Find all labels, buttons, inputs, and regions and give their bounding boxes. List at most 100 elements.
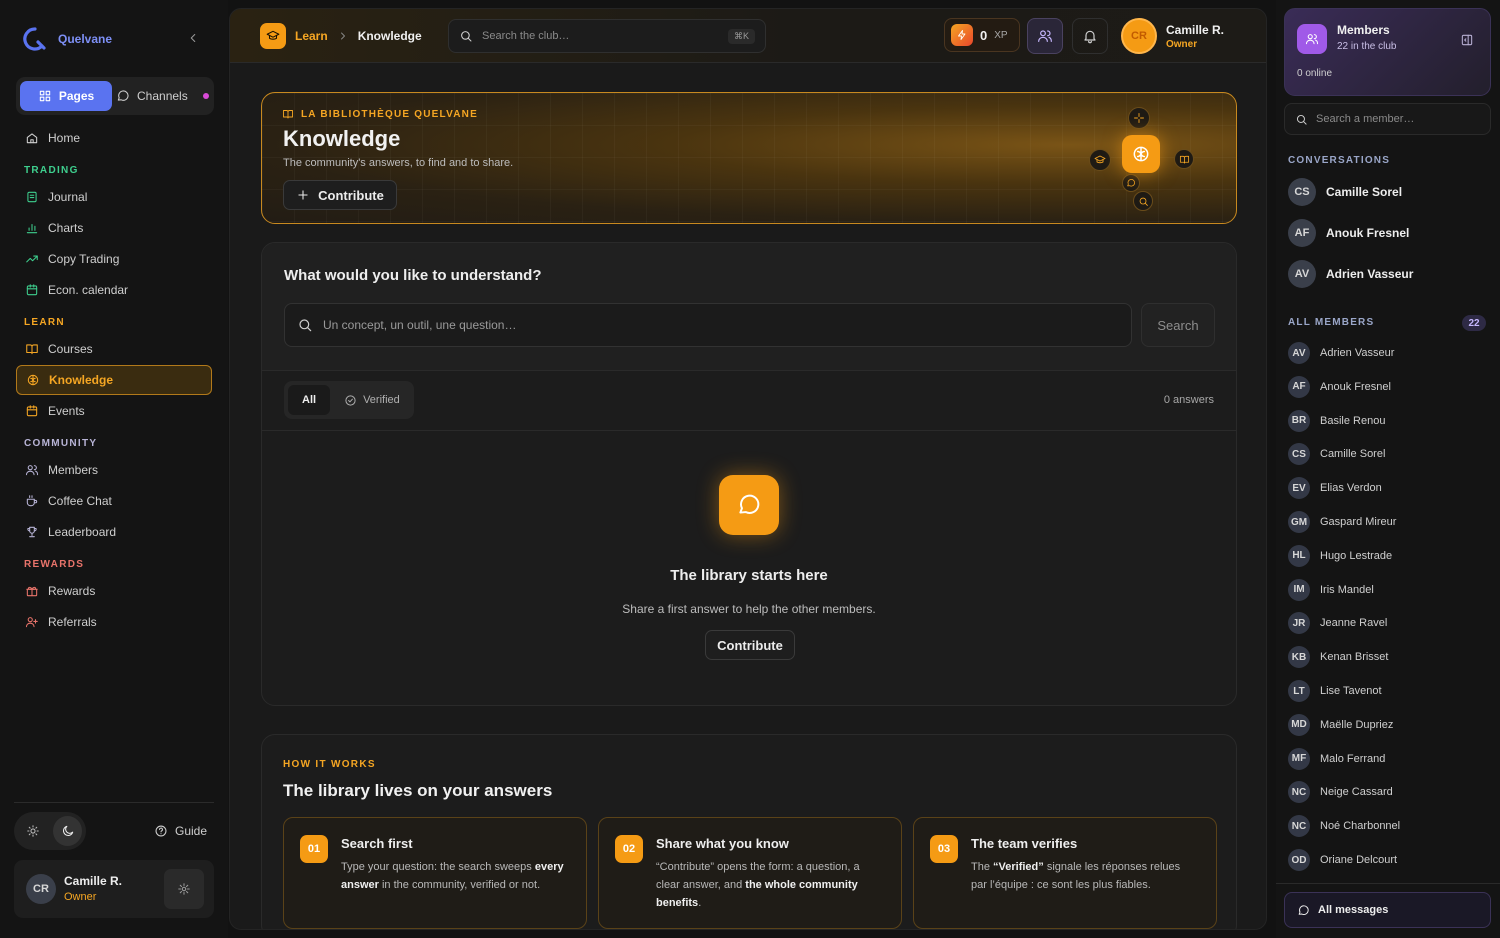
divider [262, 430, 1236, 431]
member-name: Oriane Delcourt [1320, 854, 1398, 866]
member-item[interactable]: JR Jeanne Ravel [1288, 612, 1388, 635]
member-search-input[interactable]: Search a member… [1284, 103, 1491, 135]
sidebar-item-charts[interactable]: Charts [16, 213, 212, 243]
member-name: Jeanne Ravel [1320, 617, 1388, 630]
members-panel-title: Members [1337, 23, 1390, 37]
member-item[interactable]: EV Elias Verdon [1288, 477, 1382, 500]
member-name: Gaspard Mireur [1320, 516, 1397, 528]
channels-tab[interactable]: Channels [116, 89, 209, 103]
sidebar-item-knowledge[interactable]: Knowledge [16, 365, 212, 395]
filter-verified[interactable]: Verified [334, 385, 410, 415]
chat-bubble-icon [1122, 174, 1140, 192]
unread-dot [202, 93, 209, 99]
member-name: Maëlle Dupriez [1320, 718, 1394, 731]
member-name: Elias Verdon [1320, 482, 1382, 495]
member-item[interactable]: NC Noé Charbonnel [1288, 815, 1400, 838]
graduation-cap-icon [266, 30, 280, 40]
conversation-item[interactable]: CS Camille Sorel [1288, 178, 1402, 206]
search-button[interactable]: Search [1141, 303, 1215, 347]
chevron-left-icon [190, 33, 196, 43]
sidebar-item-rewards[interactable]: Rewards [16, 576, 212, 606]
sidebar-item-label: Econ. calendar [48, 283, 129, 297]
close-panel-button[interactable] [1460, 33, 1474, 47]
sidebar-divider [14, 802, 214, 803]
sidebar-item-label: Journal [48, 190, 88, 204]
calendar-icon [26, 405, 38, 417]
step-number: 02 [615, 835, 643, 863]
sidebar-item-copy-trading[interactable]: Copy Trading [16, 244, 212, 274]
help-circle-icon [155, 825, 167, 837]
pages-tab[interactable]: Pages [20, 81, 112, 111]
member-item[interactable]: MF Malo Ferrand [1288, 747, 1385, 770]
breadcrumb-section[interactable]: Learn [295, 29, 328, 43]
avatar: BR [1288, 409, 1310, 432]
notifications-button[interactable] [1072, 18, 1108, 54]
user-role: Owner [1166, 38, 1198, 50]
member-item[interactable]: LT Lise Tavenot [1288, 680, 1382, 702]
answers-count: 0 answers [1163, 394, 1214, 406]
member-item[interactable]: BR Basile Renou [1288, 409, 1385, 432]
conversation-item[interactable]: AF Anouk Fresnel [1288, 219, 1409, 247]
contribute-button[interactable]: Contribute [283, 180, 397, 210]
member-item[interactable]: NC Neige Cassard [1288, 781, 1393, 804]
breadcrumb: Learn Knowledge [260, 23, 422, 49]
xp-counter[interactable]: 0 XP [944, 18, 1020, 52]
sidebar-item-events[interactable]: Events [16, 396, 212, 426]
member-item[interactable]: IM Iris Mandel [1288, 578, 1374, 601]
brand-logo[interactable]: Quelvane [22, 26, 112, 52]
empty-state-subtitle: Share a first answer to help the other m… [622, 602, 876, 616]
sidebar-item-referrals[interactable]: Referrals [16, 607, 212, 637]
user-menu[interactable]: CR Camille R. Owner [1121, 18, 1224, 54]
all-members-title: ALL MEMBERS [1288, 317, 1375, 328]
member-item[interactable]: MD Maëlle Dupriez [1288, 713, 1394, 736]
users-icon [1038, 30, 1052, 42]
sidebar-item-home[interactable]: Home [16, 123, 212, 153]
knowledge-search-input[interactable]: Un concept, un outil, une question… [284, 303, 1132, 347]
sidebar-item-members[interactable]: Members [16, 455, 212, 485]
guide-button[interactable]: Guide [154, 824, 207, 838]
sidebar-item-coffee-chat[interactable]: Coffee Chat [16, 486, 212, 516]
member-item[interactable]: HL Hugo Lestrade [1288, 544, 1392, 567]
hero-kicker-text: LA BIBLIOTHÈQUE QUELVANE [301, 108, 478, 120]
user-name: Camille R. [1166, 22, 1225, 37]
collapse-sidebar-button[interactable] [186, 31, 200, 45]
online-count: 0 online [1297, 68, 1333, 79]
current-user-card[interactable]: CR Camille R. Owner [14, 860, 214, 918]
member-item[interactable]: GM Gaspard Mireur [1288, 511, 1396, 533]
global-search-input[interactable]: Search the club… ⌘K [448, 19, 766, 53]
step-title: The team verifies [971, 836, 1078, 851]
journal-icon [27, 191, 37, 203]
member-item[interactable]: CS Camille Sorel [1288, 443, 1385, 466]
sidebar-item-courses[interactable]: Courses [16, 334, 212, 364]
settings-button[interactable] [164, 869, 204, 909]
step-description: Type your question: the search sweeps ev… [341, 861, 564, 891]
sidebar-item-journal[interactable]: Journal [16, 182, 212, 212]
sidebar-item-label: Events [48, 404, 85, 418]
member-item[interactable]: AF Anouk Fresnel [1288, 375, 1391, 398]
search-icon [299, 319, 312, 332]
how-it-works-card: HOW IT WORKS The library lives on your a… [261, 734, 1237, 929]
empty-contribute-button[interactable]: Contribute [705, 630, 795, 660]
all-messages-button[interactable]: All messages [1284, 892, 1491, 928]
member-item[interactable]: OD Oriane Delcourt [1288, 849, 1397, 871]
sidebar-item-econ-calendar[interactable]: Econ. calendar [16, 275, 212, 305]
section-title-learn: LEARN [24, 317, 65, 328]
members-panel-toggle[interactable] [1027, 18, 1063, 54]
brain-icon [27, 374, 39, 386]
step-description: “Contribute” opens the form: a question,… [656, 861, 860, 909]
guide-label: Guide [175, 824, 208, 838]
conversations-title: CONVERSATIONS [1288, 155, 1391, 166]
sidebar-item-leaderboard[interactable]: Leaderboard [16, 517, 212, 547]
users-icon [1297, 24, 1327, 54]
sparkles-icon [1128, 107, 1150, 129]
dark-theme-button[interactable] [53, 816, 82, 846]
conversation-item[interactable]: AV Adrien Vasseur [1288, 260, 1413, 288]
filter-all[interactable]: All [288, 385, 331, 415]
light-theme-button[interactable] [18, 816, 47, 846]
filter-verified-label: Verified [363, 394, 400, 406]
section-title-trading: TRADING [24, 165, 79, 176]
member-item[interactable]: KB Kenan Brisset [1288, 646, 1388, 669]
pages-channels-switch: Pages Channels [16, 77, 214, 115]
trophy-icon [27, 526, 37, 538]
member-item[interactable]: AV Adrien Vasseur [1288, 342, 1394, 364]
